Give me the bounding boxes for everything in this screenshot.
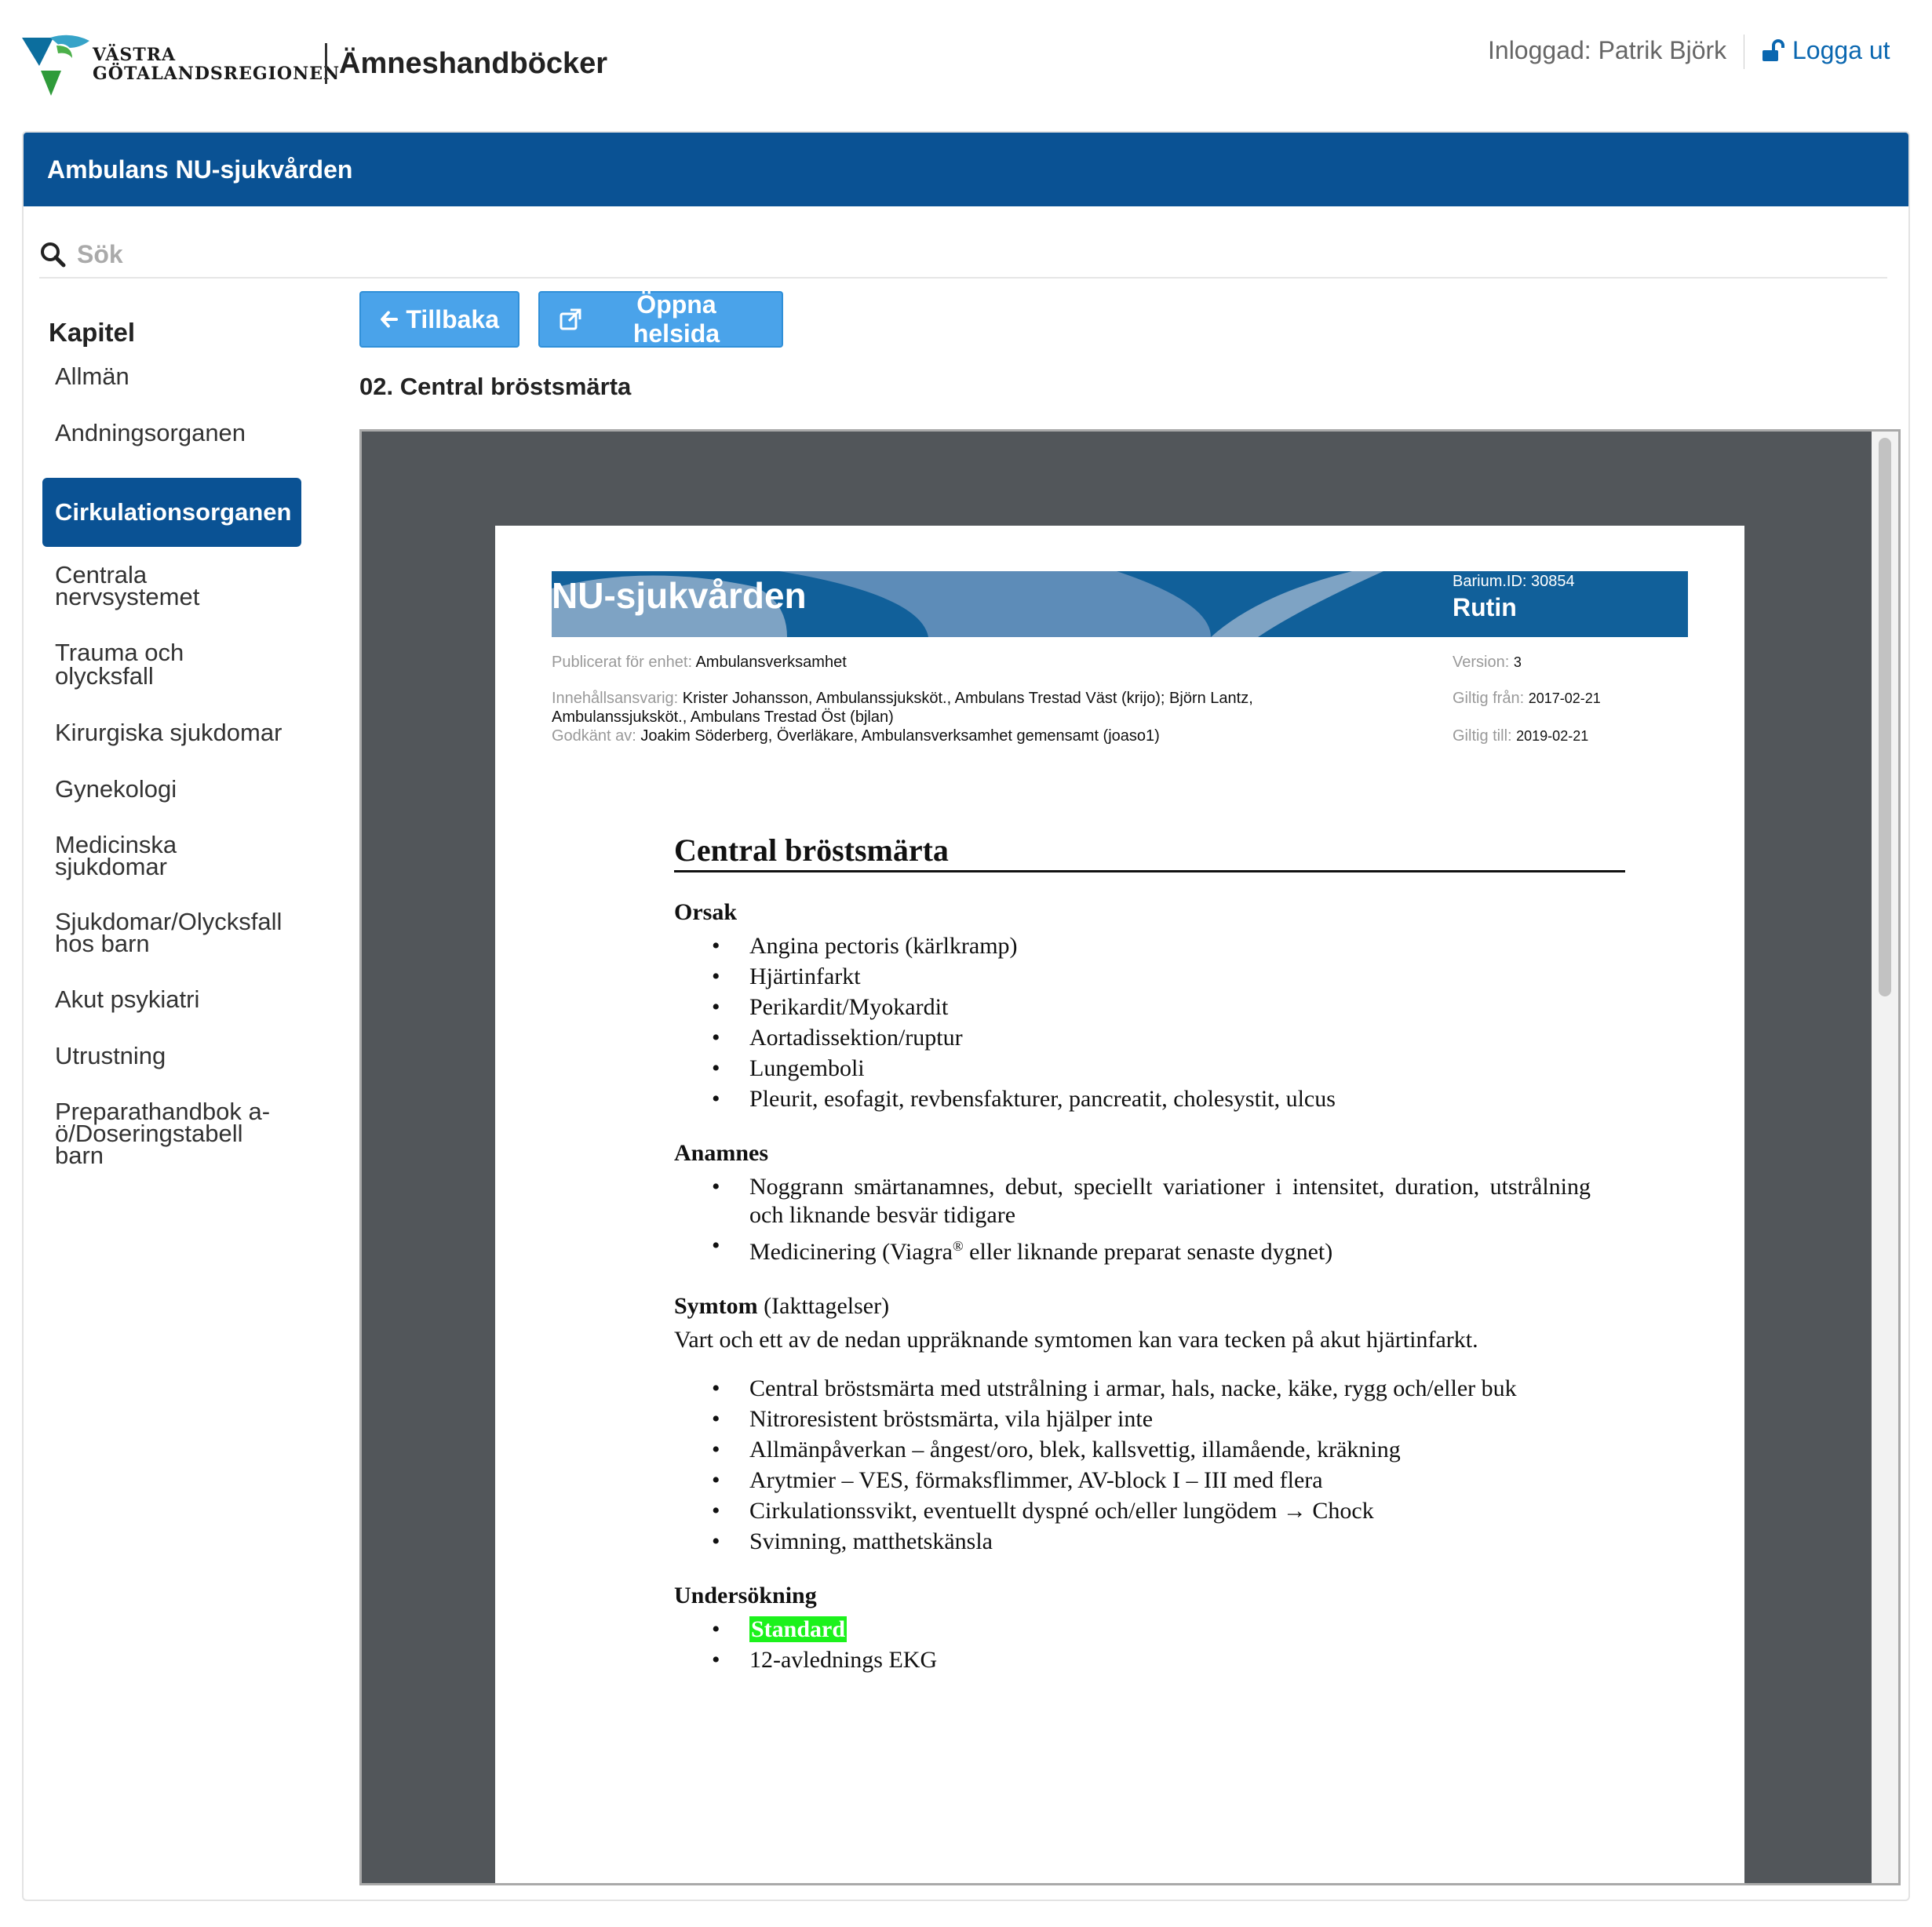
back-button[interactable]: Tillbaka xyxy=(359,291,519,348)
sidebar-item[interactable]: Medicinska sjukdomar xyxy=(42,832,301,879)
orsak-heading: Orsak xyxy=(674,899,738,925)
barium-id: Barium.ID: 30854 xyxy=(1453,573,1575,590)
chapter-sidebar: Kapitel Allmän Andningsorganen Cirkulation… xyxy=(42,305,341,1167)
list-item: Pleurit, esofagit, revbensfakturer, panc… xyxy=(712,1085,1591,1113)
published-unit: Publicerat för enhet: Ambulansverksamhet xyxy=(552,653,847,672)
symtom-heading: Symtom (Iakttagelser) xyxy=(674,1293,1625,1320)
sidebar-item[interactable]: Utrustning xyxy=(42,1044,301,1068)
sidebar-title: Kapitel xyxy=(49,318,136,347)
arrow-left-icon xyxy=(381,311,399,328)
undersokning-list: Standard 12-avlednings EKG xyxy=(712,1616,1625,1674)
anamnes-heading: Anamnes xyxy=(674,1140,769,1166)
logo-line2: GÖTALANDSREGIONEN xyxy=(93,64,341,84)
valid-from: Giltig från: 2017-02-21 xyxy=(1453,689,1601,708)
list-item: Nitroresistent bröstsmärta, vila hjälper… xyxy=(712,1405,1559,1433)
search-icon[interactable] xyxy=(39,241,66,268)
list-item: Noggrann smärtanamnes, debut, speciellt … xyxy=(712,1173,1591,1229)
document-type: Rutin xyxy=(1453,593,1517,621)
list-item: Perikardit/Myokardit xyxy=(712,993,1591,1022)
anamnes-item2-text: Medicinering (Viagra xyxy=(749,1239,953,1265)
list-item: 12-avlednings EKG xyxy=(712,1646,1591,1674)
document-viewer[interactable]: NU-sjukvården Barium.ID: 30854 Rutin Pub… xyxy=(359,429,1901,1885)
published-value: Ambulansverksamhet xyxy=(695,654,847,671)
chapter-list: Allmän Andningsorganen Cirkulationsorganen… xyxy=(42,364,341,1167)
symtom-list: Central bröstsmärta med utstrålning i ar… xyxy=(712,1375,1625,1556)
external-link-icon xyxy=(560,308,581,330)
symtom-subtitle: (Iakttagelser) xyxy=(764,1293,890,1319)
valid-from-value: 2017-02-21 xyxy=(1528,690,1601,706)
content-responsible: Innehållsansvarig: Krister Johansson, Am… xyxy=(552,689,1336,727)
list-item: Standard xyxy=(712,1616,1591,1644)
logout-link[interactable]: Logga ut xyxy=(1761,36,1890,65)
valid-to-label: Giltig till: xyxy=(1453,727,1512,745)
sidebar-item[interactable]: Centrala nervsystemet xyxy=(42,563,301,609)
open-fullpage-label: Öppna helsida xyxy=(632,290,720,348)
document-body: Central bröstsmärta Orsak Angina pectori… xyxy=(674,832,1625,1677)
approved-by: Godkänt av: Joakim Söderberg, Överläkare… xyxy=(552,727,1160,745)
search-input[interactable] xyxy=(77,239,548,269)
logout-label: Logga ut xyxy=(1792,36,1890,64)
search-bar xyxy=(39,231,1887,279)
list-item: Lungemboli xyxy=(712,1055,1591,1083)
sidebar-item[interactable]: Cirkulationsorganen xyxy=(42,478,301,547)
list-item: Aortadissektion/ruptur xyxy=(712,1024,1591,1052)
content-title: 02. Central bröstsmärta xyxy=(359,373,632,400)
main-panel: Ambulans NU-sjukvården Kapitel Allmän And… xyxy=(22,131,1910,1901)
logged-in-user: Inloggad: Patrik Björk xyxy=(1488,36,1727,64)
scrollbar-thumb[interactable] xyxy=(1879,438,1891,996)
sidebar-item[interactable]: Preparathandbok a-ö/Doseringstabell barn xyxy=(42,1099,301,1167)
top-header: VÄSTRA GÖTALANDSREGIONEN Ämneshandböcker… xyxy=(0,0,1932,126)
sidebar-item[interactable]: Akut psykiatri xyxy=(42,987,301,1011)
valid-to-value: 2019-02-21 xyxy=(1516,728,1589,744)
document-heading: Central bröstsmärta xyxy=(674,832,1625,872)
document-page: NU-sjukvården Barium.ID: 30854 Rutin Pub… xyxy=(495,526,1744,1883)
sidebar-item[interactable]: Andningsorganen xyxy=(42,421,301,445)
version-label: Version: xyxy=(1453,654,1510,671)
responsible-label: Innehållsansvarig: xyxy=(552,690,679,707)
symtom-intro: Vart och ett av de nedan uppräknande sym… xyxy=(674,1327,1478,1353)
sidebar-item[interactable]: Kirurgiska sjukdomar xyxy=(42,720,301,745)
list-item: Central bröstsmärta med utstrålning i ar… xyxy=(712,1375,1559,1403)
sidebar-item[interactable]: Gynekologi xyxy=(42,777,301,801)
anamnes-list: Noggrann smärtanamnes, debut, speciellt … xyxy=(712,1173,1625,1266)
document-banner: NU-sjukvården Barium.ID: 30854 Rutin xyxy=(552,571,1688,637)
list-item: Svimning, matthetskänsla xyxy=(712,1528,1559,1556)
version: Version: 3 xyxy=(1453,653,1522,672)
vgr-logo-icon xyxy=(22,35,89,96)
list-item: Allmänpåverkan – ångest/oro, blek, kalls… xyxy=(712,1436,1559,1464)
logo-wordmark: VÄSTRA GÖTALANDSREGIONEN xyxy=(93,46,340,83)
action-buttons: Tillbaka Öppna helsida xyxy=(359,290,783,348)
app-title: Ämneshandböcker xyxy=(339,47,608,80)
approved-value: Joakim Söderberg, Överläkare, Ambulansve… xyxy=(640,727,1160,745)
valid-from-label: Giltig från: xyxy=(1453,690,1525,707)
undersokning-heading: Undersökning xyxy=(674,1583,817,1608)
open-fullpage-button[interactable]: Öppna helsida xyxy=(538,290,783,348)
banner-org: NU-sjukvården xyxy=(552,575,807,616)
list-item: Medicinering (Viagra® eller liknande pre… xyxy=(712,1232,1591,1266)
logo-line1: VÄSTRA xyxy=(93,45,177,65)
back-button-label: Tillbaka xyxy=(406,304,499,333)
registered-mark: ® xyxy=(952,1238,964,1254)
sidebar-item[interactable]: Allmän xyxy=(42,364,301,388)
sidebar-item[interactable]: Trauma och olycksfall xyxy=(42,640,301,688)
sidebar-item[interactable]: Sjukdomar/Olycksfall hos barn xyxy=(42,909,301,956)
valid-to: Giltig till: 2019-02-21 xyxy=(1453,727,1588,745)
published-label: Publicerat för enhet: xyxy=(552,654,692,671)
symtom-title: Symtom xyxy=(674,1293,758,1319)
approved-label: Godkänt av: xyxy=(552,727,636,745)
orsak-list: Angina pectoris (kärlkramp)HjärtinfarktP… xyxy=(712,932,1625,1113)
panel-title: Ambulans NU-sjukvården xyxy=(24,133,1908,206)
unlock-icon xyxy=(1762,38,1784,61)
viewer-scrollbar[interactable] xyxy=(1872,432,1898,1883)
anamnes-item2-rest: eller liknande preparat senaste dygnet) xyxy=(963,1239,1333,1265)
logo-divider xyxy=(325,43,327,84)
list-item: Cirkulationssvikt, eventuellt dyspné och… xyxy=(712,1497,1559,1525)
version-value: 3 xyxy=(1513,654,1522,670)
list-item: Arytmier – VES, förmaksflimmer, AV-block… xyxy=(712,1466,1559,1495)
highlighted-standard: Standard xyxy=(749,1616,848,1642)
list-item: Hjärtinfarkt xyxy=(712,963,1591,991)
list-item: Angina pectoris (kärlkramp) xyxy=(712,932,1591,960)
